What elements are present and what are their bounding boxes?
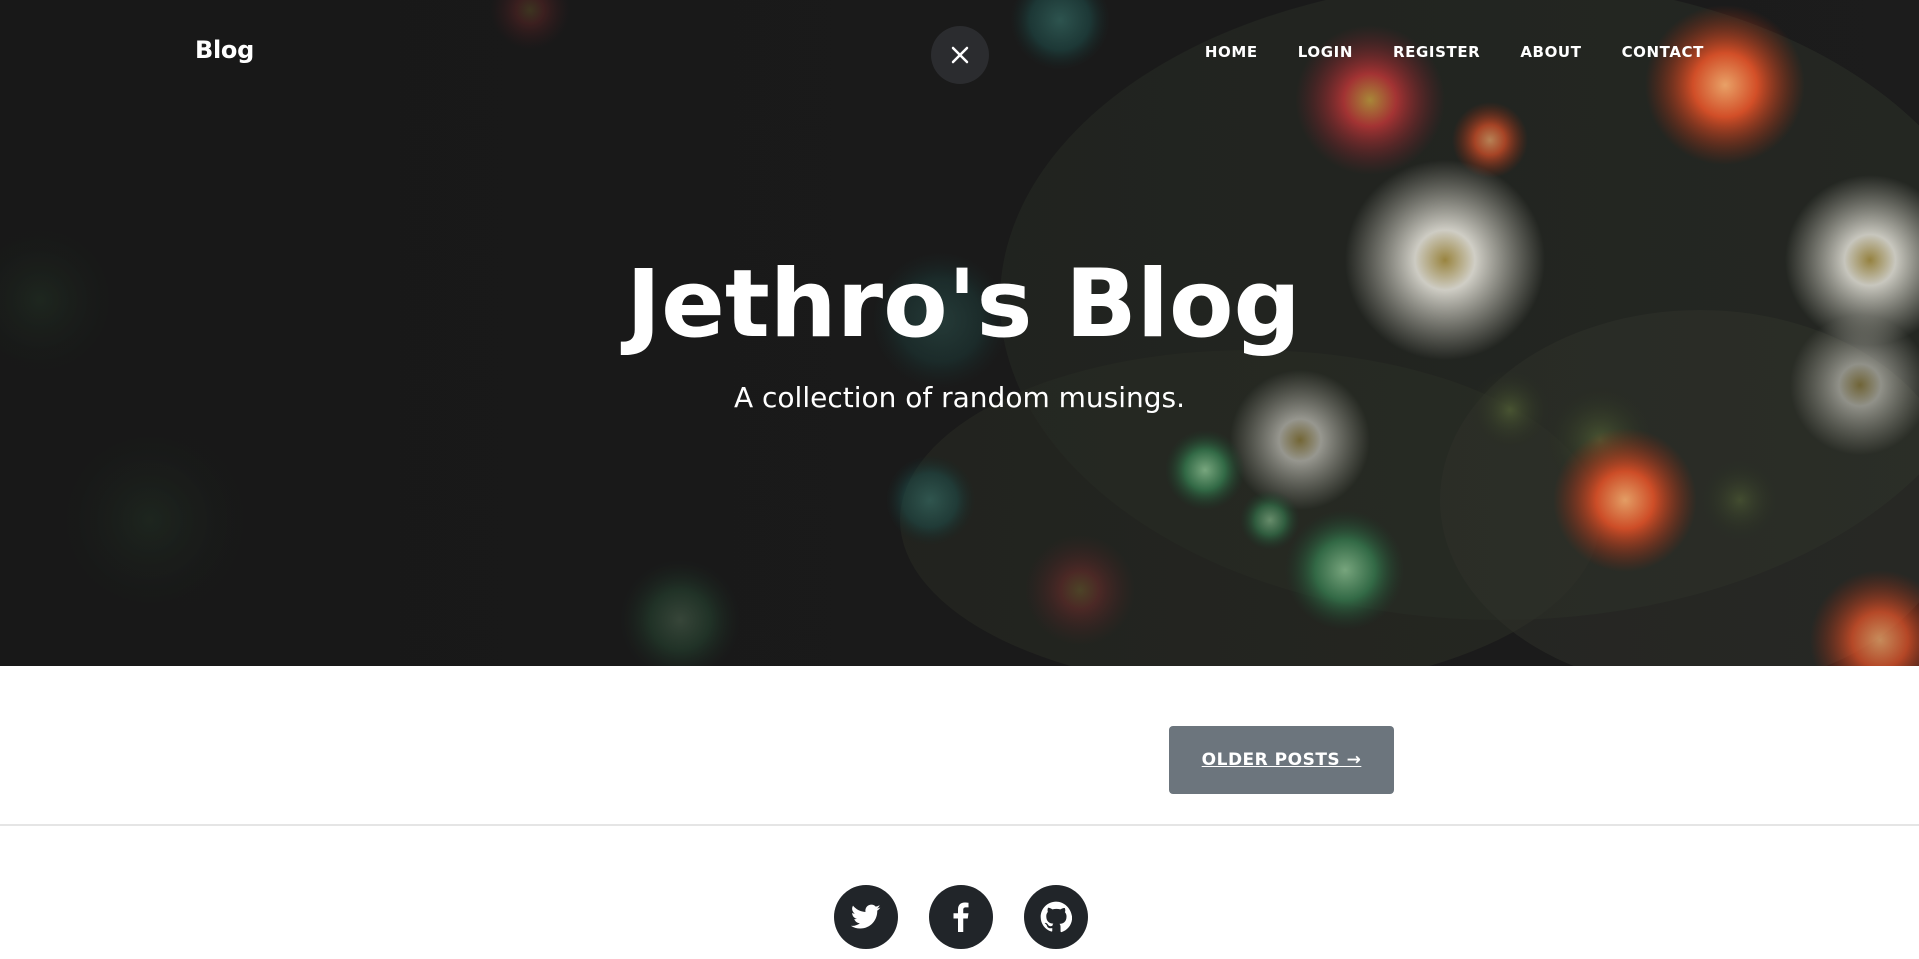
- facebook-link[interactable]: [929, 885, 993, 949]
- nav-link-login[interactable]: LOGIN: [1298, 43, 1353, 61]
- brand-link[interactable]: Blog: [195, 36, 254, 64]
- close-button[interactable]: [931, 26, 989, 84]
- nav-link-register[interactable]: REGISTER: [1393, 43, 1480, 61]
- twitter-icon: [851, 904, 881, 929]
- github-link[interactable]: [1024, 885, 1088, 949]
- nav-link-home[interactable]: HOME: [1205, 43, 1258, 61]
- footer-divider: [0, 824, 1919, 826]
- nav-link-about[interactable]: ABOUT: [1520, 43, 1581, 61]
- page-title: Jethro's Blog: [626, 250, 1301, 359]
- nav-links: HOME LOGIN REGISTER ABOUT CONTACT: [1205, 42, 1704, 61]
- main-navbar: Blog HOME LOGIN REGISTER ABOUT CONTACT: [0, 0, 1919, 104]
- social-links: [0, 885, 1919, 949]
- github-icon: [1040, 901, 1072, 933]
- nav-link-contact[interactable]: CONTACT: [1622, 43, 1704, 61]
- hero-header: Blog HOME LOGIN REGISTER ABOUT CONTACT J…: [0, 0, 1919, 666]
- twitter-link[interactable]: [834, 885, 898, 949]
- facebook-icon: [953, 902, 969, 932]
- page-subtitle: A collection of random musings.: [733, 381, 1186, 414]
- close-icon: [951, 46, 969, 64]
- older-posts-button[interactable]: OLDER POSTS →: [1169, 726, 1394, 794]
